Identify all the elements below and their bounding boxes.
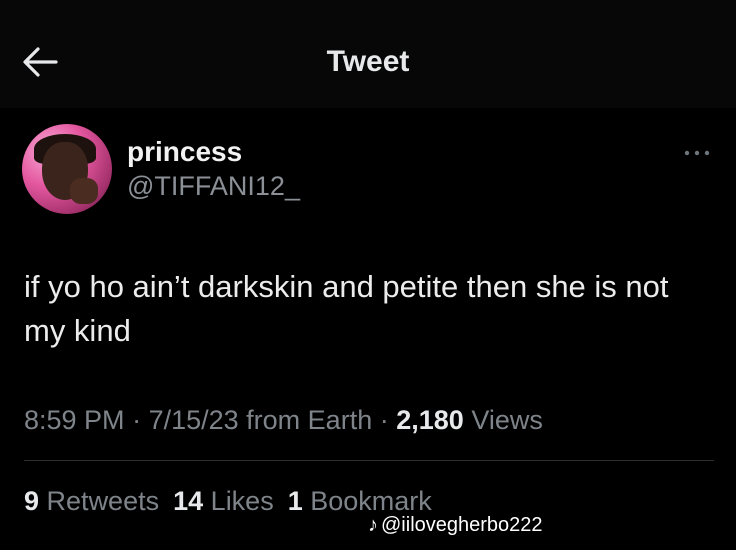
watermark-text: @iilovegherbo222 [381, 514, 543, 536]
avatar[interactable] [22, 124, 112, 214]
more-horizontal-icon [684, 150, 710, 156]
tweet-time: 8:59 PM [24, 405, 125, 435]
tweet-meta: 8:59 PM · 7/15/23 from Earth · 2,180 Vie… [24, 405, 543, 435]
top-bar: Tweet [0, 0, 736, 108]
display-name[interactable]: princess [127, 136, 242, 168]
bookmarks-count: 1 [287, 486, 303, 516]
retweets-link[interactable]: 9 Retweets [24, 486, 159, 516]
more-options-button[interactable] [682, 146, 712, 158]
views-count: 2,180 [396, 405, 464, 435]
tweet-text: if yo ho ain’t darkskin and petite then … [24, 269, 669, 348]
avatar-hand [70, 178, 98, 204]
retweets-label: Retweets [46, 486, 160, 516]
tiktok-icon: ♪ [368, 514, 378, 536]
user-handle[interactable]: @TIFFANI12_ [127, 170, 300, 202]
page-title: Tweet [326, 45, 410, 78]
tweet-date[interactable]: 7/15/23 [149, 405, 239, 435]
watermark: ♪ @iilovegherbo222 [368, 512, 543, 538]
likes-count: 14 [173, 486, 204, 516]
likes-link[interactable]: 14 Likes [173, 486, 274, 516]
views-label: Views [471, 405, 543, 435]
likes-label: Likes [210, 486, 274, 516]
retweets-count: 9 [24, 486, 40, 516]
tweet-source: from Earth [246, 405, 373, 435]
divider [24, 460, 714, 461]
